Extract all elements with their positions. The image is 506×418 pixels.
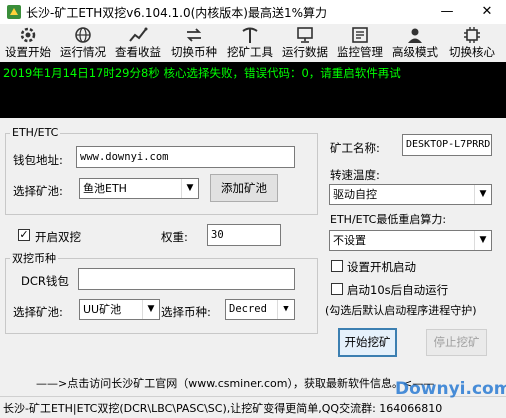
- pickaxe-icon: [242, 27, 258, 43]
- toolbar-label: 切换币种: [171, 45, 217, 59]
- toolbar: 设置开始 运行情况 查看收益 切换币种 挖矿工具 运行数据 监控管理 高级模式 …: [0, 24, 506, 62]
- min-hashrate-value: 不设置: [333, 234, 366, 247]
- fan-temp-select[interactable]: 驱动自控 ▼: [329, 184, 492, 205]
- status-text: 长沙-矿工ETH|ETC双挖(DCR\LBC\PASC\SC),让挖矿变得更简单…: [3, 402, 443, 415]
- toolbar-item-run-data[interactable]: 运行数据: [278, 26, 332, 60]
- globe-icon: [75, 27, 91, 43]
- chevron-down-icon: ▼: [142, 300, 159, 319]
- enable-dual-checkbox[interactable]: ✓: [18, 229, 30, 241]
- toolbar-label: 运行情况: [60, 45, 106, 59]
- dcr-wallet-input[interactable]: [78, 268, 295, 290]
- chart-icon: [129, 27, 148, 42]
- core-icon: [464, 27, 480, 43]
- min-hashrate-select[interactable]: 不设置 ▼: [329, 230, 492, 251]
- toolbar-label: 设置开始: [5, 45, 51, 59]
- coin-label: 选择币种:: [161, 305, 211, 319]
- toolbar-item-advanced[interactable]: 高级模式: [388, 26, 442, 60]
- title-bar: 长沙-矿工ETH双挖v6.104.1.0(内核版本)最高送1%算力 — ✕: [0, 0, 506, 24]
- wallet-label: 钱包地址:: [13, 153, 63, 167]
- enable-dual-label: 开启双挖: [35, 230, 81, 244]
- chevron-down-icon: ▼: [474, 185, 491, 204]
- user-icon: [408, 28, 422, 43]
- dual-pool-select[interactable]: UU矿池 ▼: [79, 299, 160, 320]
- toolbar-label: 运行数据: [282, 45, 328, 59]
- autostart-label: 设置开机启动: [347, 260, 416, 274]
- guard-note: (勾选后默认启动程序进程守护): [325, 304, 477, 317]
- dual-pool-label: 选择矿池:: [13, 305, 63, 319]
- autorun-label: 启动10s后自动运行: [347, 283, 449, 297]
- toolbar-label: 查看收益: [115, 45, 161, 59]
- miner-name-label: 矿工名称:: [330, 141, 380, 155]
- toolbar-item-switch-coin[interactable]: 切换币种: [167, 26, 221, 60]
- pool-label: 选择矿池:: [13, 184, 63, 198]
- official-site-link[interactable]: ——>点击访问长沙矿工官网（www.csminer.com），获取最新软件信息。…: [36, 375, 434, 391]
- window-title: 长沙-矿工ETH双挖v6.104.1.0(内核版本)最高送1%算力: [26, 6, 328, 20]
- swap-icon: [186, 28, 202, 42]
- weight-label: 权重:: [161, 230, 188, 244]
- minimize-button[interactable]: —: [430, 0, 464, 24]
- stop-mining-button[interactable]: 停止挖矿: [426, 329, 487, 356]
- toolbar-item-monitor[interactable]: 监控管理: [333, 26, 387, 60]
- checkmark-icon: ✓: [19, 228, 29, 241]
- dual-pool-value: UU矿池: [83, 303, 122, 316]
- toolbar-item-switch-core[interactable]: 切换核心: [444, 26, 500, 60]
- weight-input[interactable]: 30: [207, 224, 281, 246]
- close-button[interactable]: ✕: [470, 0, 504, 24]
- toolbar-label: 监控管理: [337, 45, 383, 59]
- add-pool-button[interactable]: 添加矿池: [210, 174, 278, 202]
- fan-temp-label: 转速温度:: [330, 168, 380, 182]
- autorun-checkbox[interactable]: [331, 283, 343, 295]
- status-bar: 长沙-矿工ETH|ETC双挖(DCR\LBC\PASC\SC),让挖矿变得更简单…: [0, 396, 506, 418]
- chevron-down-icon: ▼: [474, 231, 491, 250]
- pool-select[interactable]: 鱼池ETH ▼: [79, 178, 199, 199]
- fan-temp-value: 驱动自控: [333, 188, 377, 201]
- watermark-logo: Downyi.com: [395, 379, 506, 399]
- dcr-wallet-label: DCR钱包: [21, 274, 69, 288]
- monitor-icon: [297, 27, 313, 43]
- toolbar-item-status[interactable]: 运行情况: [57, 26, 109, 60]
- toolbar-label: 高级模式: [392, 45, 438, 59]
- miner-name-input[interactable]: DESKTOP-L7PRRD: [402, 134, 492, 156]
- min-hashrate-label: ETH/ETC最低重启算力:: [330, 213, 447, 226]
- log-line: 2019年1月14日17时29分8秒 核心选择失败，错误代码：0，请重启软件再试: [3, 66, 401, 80]
- app-icon: [7, 5, 21, 19]
- chevron-down-icon: ▼: [277, 300, 294, 319]
- autostart-checkbox[interactable]: [331, 260, 343, 272]
- coin-select-value: Decred: [229, 303, 267, 315]
- chevron-down-icon: ▼: [181, 179, 198, 198]
- dual-group-legend: 双挖币种: [10, 250, 58, 266]
- coin-select[interactable]: Decred ▼: [225, 299, 295, 320]
- toolbar-label: 切换核心: [449, 45, 495, 59]
- manage-icon: [352, 27, 368, 43]
- toolbar-item-mining-tools[interactable]: 挖矿工具: [223, 26, 277, 60]
- eth-group-legend: ETH/ETC: [10, 126, 61, 139]
- wallet-address-input[interactable]: www.downyi.com: [76, 146, 295, 168]
- log-console: 2019年1月14日17时29分8秒 核心选择失败，错误代码：0，请重启软件再试: [0, 62, 506, 118]
- pool-select-value: 鱼池ETH: [83, 182, 127, 195]
- toolbar-item-settings[interactable]: 设置开始: [2, 26, 54, 60]
- gear-icon: [20, 27, 36, 43]
- start-mining-button[interactable]: 开始挖矿: [338, 328, 397, 357]
- toolbar-item-earnings[interactable]: 查看收益: [112, 26, 164, 60]
- toolbar-label: 挖矿工具: [227, 45, 273, 59]
